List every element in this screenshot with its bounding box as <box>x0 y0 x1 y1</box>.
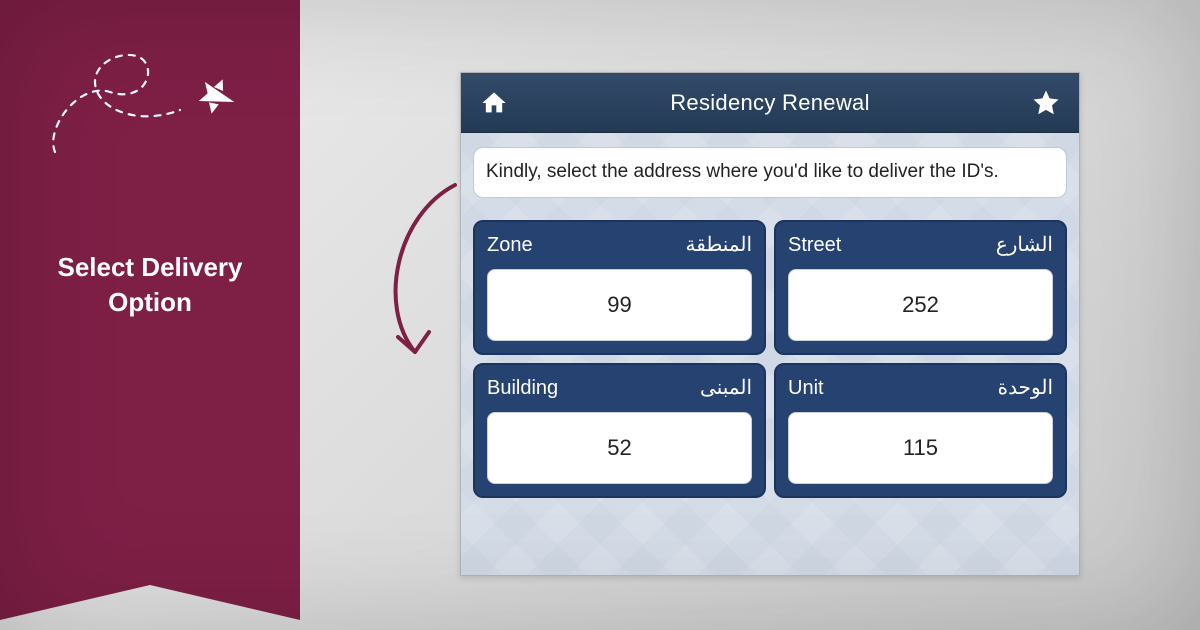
label-ar: المبنى <box>700 375 752 400</box>
label-ar: المنطقة <box>686 232 753 257</box>
home-icon[interactable] <box>479 88 509 118</box>
label-ar: الوحدة <box>998 375 1053 400</box>
unit-value[interactable]: 115 <box>788 412 1053 484</box>
app-frame: Residency Renewal Kindly, select the add… <box>460 72 1080 576</box>
card-labels: Street الشارع <box>788 232 1053 257</box>
label-en: Zone <box>487 234 533 257</box>
ribbon-tail <box>0 560 300 620</box>
app-title: Residency Renewal <box>670 90 870 116</box>
card-building[interactable]: Building المبنى 52 <box>473 363 766 498</box>
card-street[interactable]: Street الشارع 252 <box>774 220 1067 355</box>
label-ar: الشارع <box>996 232 1053 257</box>
street-value[interactable]: 252 <box>788 269 1053 341</box>
side-panel: Select Delivery Option <box>0 0 300 560</box>
card-zone[interactable]: Zone المنطقة 99 <box>473 220 766 355</box>
card-labels: Building المبنى <box>487 375 752 400</box>
zone-value[interactable]: 99 <box>487 269 752 341</box>
star-icon[interactable] <box>1031 88 1061 118</box>
label-en: Building <box>487 377 558 400</box>
app-body: Kindly, select the address where you'd l… <box>461 133 1079 498</box>
card-labels: Unit الوحدة <box>788 375 1053 400</box>
label-en: Street <box>788 234 841 257</box>
building-value[interactable]: 52 <box>487 412 752 484</box>
address-grid: Zone المنطقة 99 Street الشارع 252 Buildi… <box>473 220 1067 498</box>
card-unit[interactable]: Unit الوحدة 115 <box>774 363 1067 498</box>
stage: Select Delivery Option Residency Renewal… <box>0 0 1200 630</box>
label-en: Unit <box>788 377 824 400</box>
instruction-box: Kindly, select the address where you'd l… <box>473 147 1067 198</box>
heart-airplane-doodle <box>40 52 270 172</box>
app-titlebar: Residency Renewal <box>461 73 1079 133</box>
card-labels: Zone المنطقة <box>487 232 752 257</box>
side-heading: Select Delivery Option <box>0 250 300 320</box>
